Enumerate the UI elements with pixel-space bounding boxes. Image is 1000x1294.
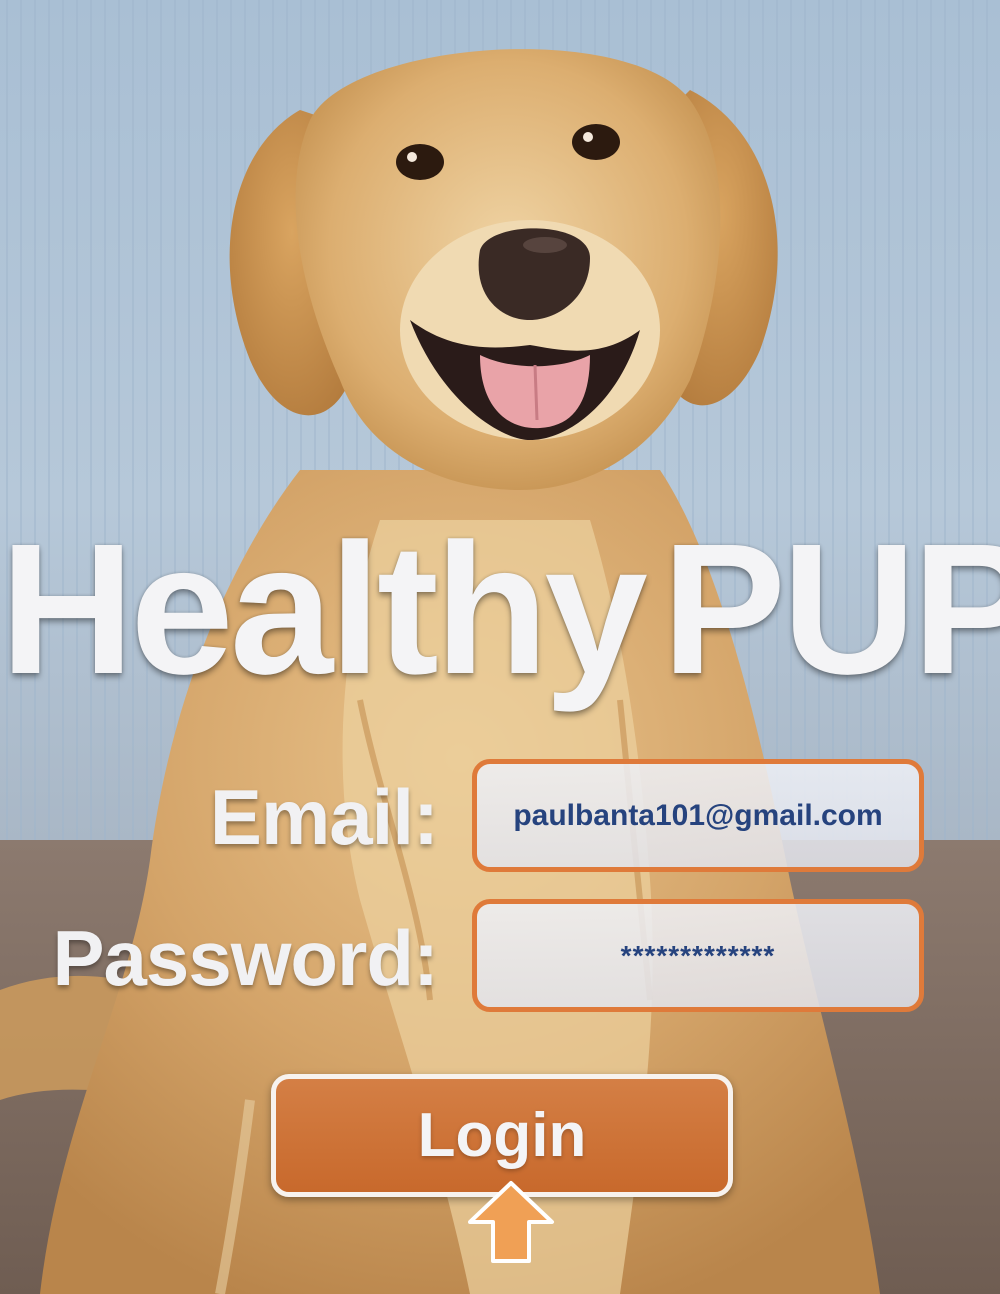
app-title-word-pup: PUP	[661, 506, 1000, 713]
password-field[interactable]: *************	[472, 899, 924, 1012]
password-value: *************	[620, 939, 776, 971]
password-label: Password:	[52, 914, 439, 1002]
app-title-word-healthy: Healthy	[0, 506, 648, 713]
up-arrow-icon	[468, 1181, 554, 1263]
email-field[interactable]: paulbanta101@gmail.com	[472, 759, 924, 872]
login-button[interactable]: Login	[271, 1074, 733, 1197]
login-button-label: Login	[417, 1101, 587, 1170]
email-value: paulbanta101@gmail.com	[513, 798, 883, 832]
app-title: HealthyPUP	[0, 510, 1000, 710]
email-label: Email:	[209, 773, 439, 861]
